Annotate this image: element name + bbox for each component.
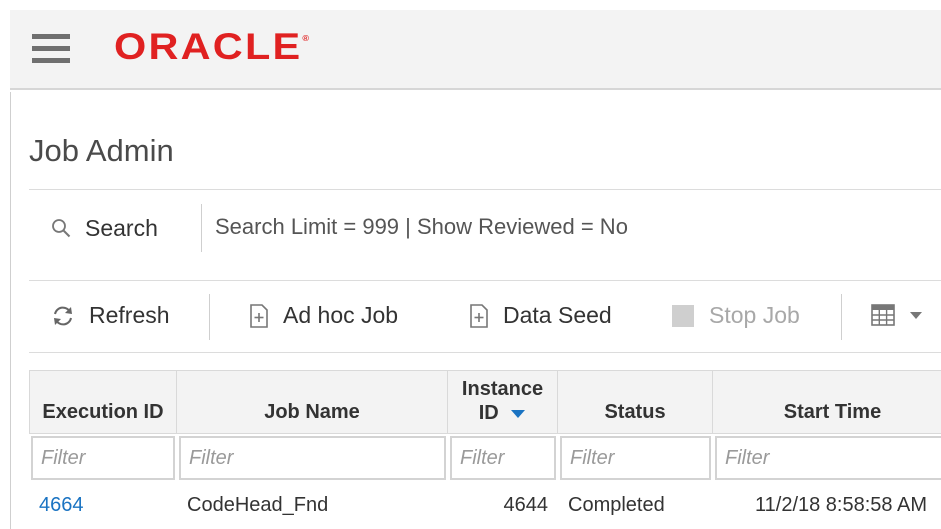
separator <box>841 294 842 340</box>
divider <box>29 352 941 353</box>
columns-menu-button[interactable] <box>871 304 923 326</box>
data-seed-label: Data Seed <box>503 302 612 328</box>
stop-job-label: Stop Job <box>709 302 800 328</box>
column-header-label: Status <box>604 401 666 423</box>
table-row[interactable]: 4664 CodeHead_Fnd 4644 Completed 11/2/18… <box>29 484 941 528</box>
column-header-label-line2: ID <box>478 402 499 424</box>
caret-down-icon <box>910 312 922 319</box>
column-header-label-line1: Instance <box>461 378 544 400</box>
refresh-icon <box>54 306 72 325</box>
column-header-job-name[interactable]: Job Name <box>177 370 448 434</box>
ad-hoc-job-label: Ad hoc Job <box>283 302 399 328</box>
toolbar: Refresh Ad hoc Job Data Seed Stop Job <box>29 290 941 346</box>
content-left-border <box>10 92 11 529</box>
jobs-table: Execution ID Job Name Instance ID Status… <box>29 370 941 529</box>
search-button[interactable]: Search <box>51 212 158 244</box>
search-bar: Search Search Limit = 999 | Show Reviewe… <box>29 198 941 258</box>
filter-input-job-name[interactable]: Filter <box>179 436 446 480</box>
execution-id-link[interactable]: 4664 <box>39 494 84 517</box>
filter-input-execution-id[interactable]: Filter <box>31 436 175 480</box>
separator <box>209 294 210 340</box>
oracle-logo[interactable]: ORACLE® <box>114 26 309 68</box>
table-columns-icon <box>871 304 895 326</box>
column-header-label: Execution ID <box>42 401 164 423</box>
filter-input-instance-id[interactable]: Filter <box>450 436 556 480</box>
job-name-cell: CodeHead_Fnd <box>187 494 329 516</box>
refresh-label: Refresh <box>89 302 170 328</box>
registered-mark: ® <box>302 34 310 43</box>
stop-job-button[interactable]: Stop Job <box>671 302 800 329</box>
search-button-label: Search <box>85 214 158 241</box>
column-header-execution-id[interactable]: Execution ID <box>29 370 177 434</box>
ad-hoc-job-button[interactable]: Ad hoc Job <box>249 302 398 329</box>
app-header: ORACLE® <box>10 10 941 90</box>
search-criteria-summary[interactable]: Search Limit = 999 | Show Reviewed = No <box>215 214 628 240</box>
filter-input-start-time[interactable]: Filter <box>715 436 941 480</box>
status-cell: Completed <box>568 494 665 516</box>
refresh-button[interactable]: Refresh <box>51 302 170 329</box>
search-icon <box>52 219 71 238</box>
instance-id-cell: 4644 <box>503 494 549 516</box>
sort-descending-icon[interactable] <box>510 409 526 419</box>
add-document-icon <box>250 303 268 328</box>
column-header-instance-id[interactable]: Instance ID <box>448 370 558 434</box>
brand-name: ORACLE <box>114 26 303 67</box>
page-title: Job Admin <box>29 133 174 168</box>
add-document-icon <box>470 303 488 328</box>
filter-input-status[interactable]: Filter <box>560 436 711 480</box>
data-seed-button[interactable]: Data Seed <box>469 302 612 329</box>
column-header-start-time[interactable]: Start Time <box>713 370 941 434</box>
separator <box>201 204 202 252</box>
column-header-label: Job Name <box>264 401 360 423</box>
divider <box>29 189 941 190</box>
stop-icon <box>672 304 694 327</box>
column-header-label: Instance ID <box>448 377 557 425</box>
column-header-label: Start Time <box>783 401 882 423</box>
start-time-cell: 11/2/18 8:58:58 AM <box>755 494 927 516</box>
column-header-status[interactable]: Status <box>558 370 713 434</box>
divider <box>29 280 941 281</box>
hamburger-menu-icon[interactable] <box>32 34 70 66</box>
